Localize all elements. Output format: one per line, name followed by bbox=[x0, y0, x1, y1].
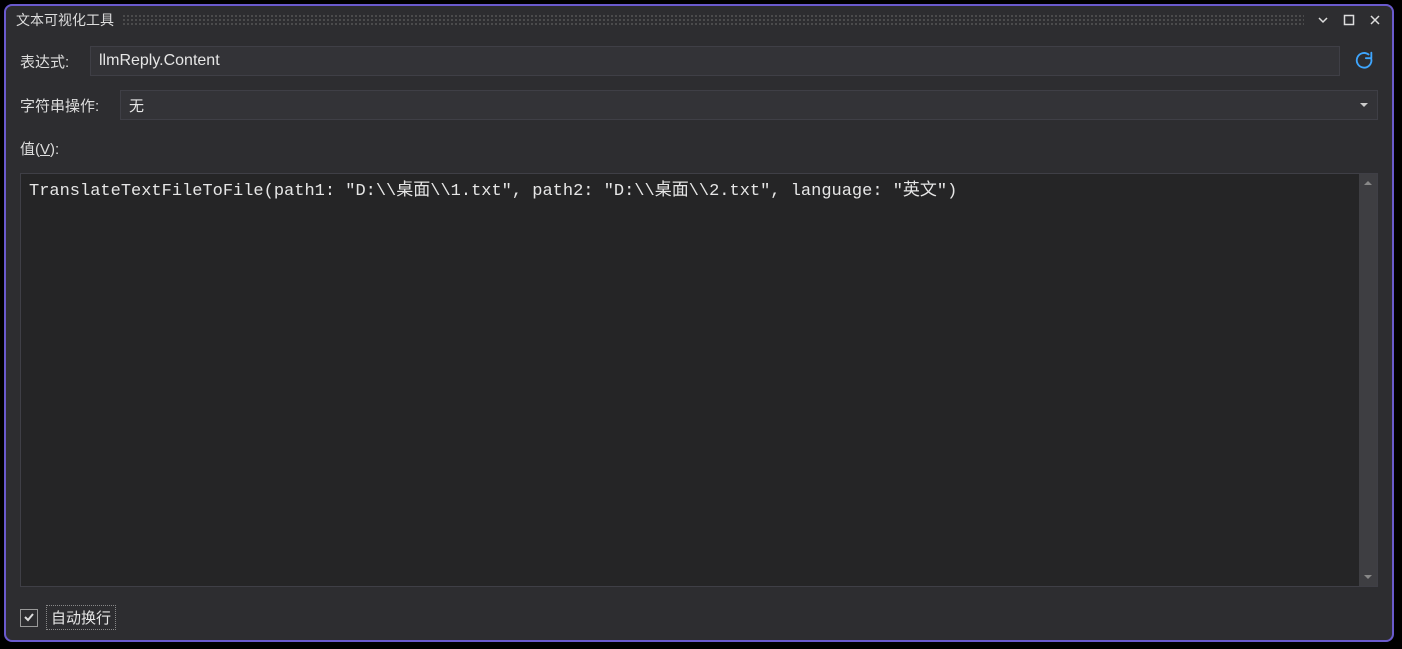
value-label: 值(V): bbox=[20, 134, 1378, 159]
dropdown-button[interactable] bbox=[1312, 10, 1334, 30]
chevron-down-icon bbox=[1359, 97, 1369, 114]
maximize-button[interactable] bbox=[1338, 10, 1360, 30]
string-op-label: 字符串操作: bbox=[20, 95, 110, 116]
footer-row: 自动换行 bbox=[20, 601, 1378, 630]
string-op-selected: 无 bbox=[129, 95, 144, 116]
titlebar-grip[interactable] bbox=[122, 14, 1304, 26]
string-op-dropdown[interactable]: 无 bbox=[120, 90, 1378, 120]
window-title: 文本可视化工具 bbox=[16, 10, 114, 30]
window-body: 表达式: 字符串操作: 无 值(V): TranslateTextFileToF… bbox=[6, 34, 1392, 640]
text-visualizer-window: 文本可视化工具 表达式: 字符串操作: bbox=[4, 4, 1394, 642]
refresh-button[interactable] bbox=[1350, 47, 1378, 75]
scroll-up-icon[interactable] bbox=[1359, 174, 1377, 192]
titlebar[interactable]: 文本可视化工具 bbox=[6, 6, 1392, 34]
check-icon bbox=[23, 610, 35, 626]
expression-input[interactable] bbox=[90, 46, 1340, 76]
refresh-icon bbox=[1353, 49, 1375, 74]
expression-label: 表达式: bbox=[20, 51, 80, 72]
wrap-checkbox-label[interactable]: 自动换行 bbox=[46, 605, 116, 630]
close-button[interactable] bbox=[1364, 10, 1386, 30]
string-op-row: 字符串操作: 无 bbox=[20, 90, 1378, 120]
wrap-checkbox[interactable] bbox=[20, 609, 38, 627]
expression-row: 表达式: bbox=[20, 46, 1378, 76]
value-textarea[interactable]: TranslateTextFileToFile(path1: "D:\\桌面\\… bbox=[21, 174, 1359, 586]
scroll-down-icon[interactable] bbox=[1359, 568, 1377, 586]
window-controls bbox=[1312, 10, 1386, 30]
vertical-scrollbar[interactable] bbox=[1359, 174, 1377, 586]
value-area-container: TranslateTextFileToFile(path1: "D:\\桌面\\… bbox=[20, 173, 1378, 587]
